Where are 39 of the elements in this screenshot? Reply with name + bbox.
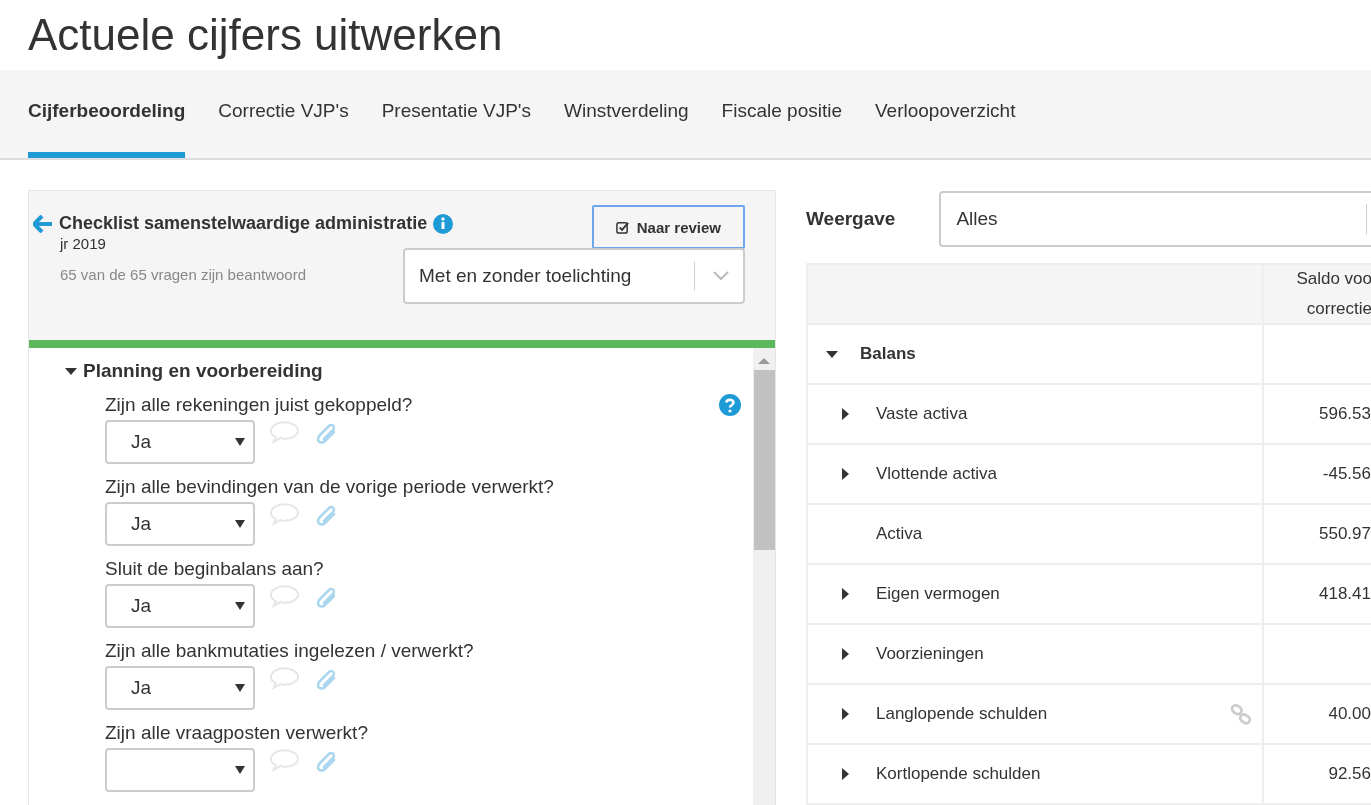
tab[interactable]: Fiscale positie — [721, 100, 842, 158]
question-text: Zijn alle bevindingen van de vorige periode verwerkt? — [105, 476, 554, 498]
row-label: Vlottende activa — [876, 464, 998, 484]
answer-dropdown[interactable]: Ja — [105, 420, 255, 464]
table-cell: 596.53 — [1319, 404, 1371, 424]
question-text: Zijn alle vraagposten verwerkt? — [105, 722, 368, 744]
section-toggle[interactable]: Planning en voorbereiding — [65, 360, 753, 382]
answer-dropdown[interactable]: Ja — [105, 502, 255, 546]
checklist-title: Checklist samenstelwaardige administratie — [59, 213, 428, 234]
filter-dropdown[interactable]: Met en zonder toelichting — [403, 248, 745, 304]
tab[interactable]: Winstverdeling — [564, 100, 689, 158]
row-label: Activa — [876, 524, 924, 544]
table-cell: -45.56 — [1322, 464, 1371, 484]
page-title: Actuele cijfers uitwerken — [27, 9, 504, 61]
tab[interactable]: Verloopoverzicht — [875, 100, 1016, 158]
row-label: Langlopende schulden — [876, 704, 1049, 724]
year-label: jr 2019 — [60, 235, 107, 252]
row-label: Kortlopende schulden — [876, 764, 1042, 784]
question-text: Zijn alle bankmutaties ingelezen / verwerkt? — [105, 640, 474, 662]
tab[interactable]: Cijferbeoordeling — [28, 100, 186, 158]
progress-text: 65 van de 65 vragen zijn beantwoord — [60, 266, 306, 283]
table-cell: 550.97 — [1319, 524, 1371, 544]
tab[interactable]: Presentatie VJP's — [381, 100, 531, 158]
answer-dropdown[interactable]: Ja — [105, 666, 255, 710]
view-label: Weergave — [806, 208, 896, 230]
row-label: Vaste activa — [876, 404, 969, 424]
row-label: Balans — [860, 344, 917, 364]
review-button[interactable]: Naar review — [591, 205, 745, 249]
row-label: Eigen vermogen — [876, 584, 1001, 604]
question-text: Zijn alle rekeningen juist gekoppeld? — [105, 394, 413, 416]
table-cell: 40.00 — [1328, 704, 1371, 724]
answer-dropdown[interactable]: Ja — [105, 584, 255, 628]
column-header: Saldo voo correctie — [1295, 268, 1371, 320]
table-cell: 92.56 — [1328, 764, 1371, 784]
row-label: Voorzieningen — [876, 644, 985, 664]
table-cell: 418.41 — [1319, 584, 1371, 604]
tab[interactable]: Correctie VJP's — [218, 100, 349, 158]
view-dropdown[interactable]: Alles — [939, 191, 1371, 247]
question-text: Sluit de beginbalans aan? — [105, 558, 324, 580]
